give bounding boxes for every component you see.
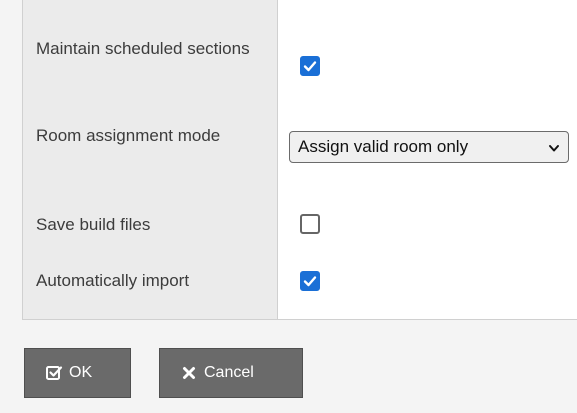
checkmark-icon xyxy=(303,276,317,287)
room-assignment-mode-label: Room assignment mode xyxy=(36,126,221,145)
automatically-import-label: Automatically import xyxy=(36,271,190,290)
save-build-files-label: Save build files xyxy=(36,215,151,234)
save-build-files-checkbox[interactable] xyxy=(300,214,320,234)
room-assignment-mode-value: Assign valid room only xyxy=(298,137,469,156)
cancel-button-label: Cancel xyxy=(204,364,254,381)
ok-button[interactable]: OK xyxy=(24,348,131,398)
maintain-scheduled-sections-label: Maintain scheduled sections xyxy=(36,39,250,58)
ok-button-label: OK xyxy=(69,364,93,381)
room-assignment-mode-select[interactable]: Assign valid room only xyxy=(289,131,569,163)
settings-table: Maintain scheduled sections Room assignm… xyxy=(22,0,577,320)
checkbox-check-icon xyxy=(45,364,63,382)
x-icon xyxy=(180,364,198,382)
chevron-down-icon xyxy=(549,145,559,152)
maintain-scheduled-sections-checkbox[interactable] xyxy=(300,56,320,76)
automatically-import-checkbox[interactable] xyxy=(300,271,320,291)
cancel-button[interactable]: Cancel xyxy=(159,348,303,398)
checkmark-icon xyxy=(303,61,317,72)
